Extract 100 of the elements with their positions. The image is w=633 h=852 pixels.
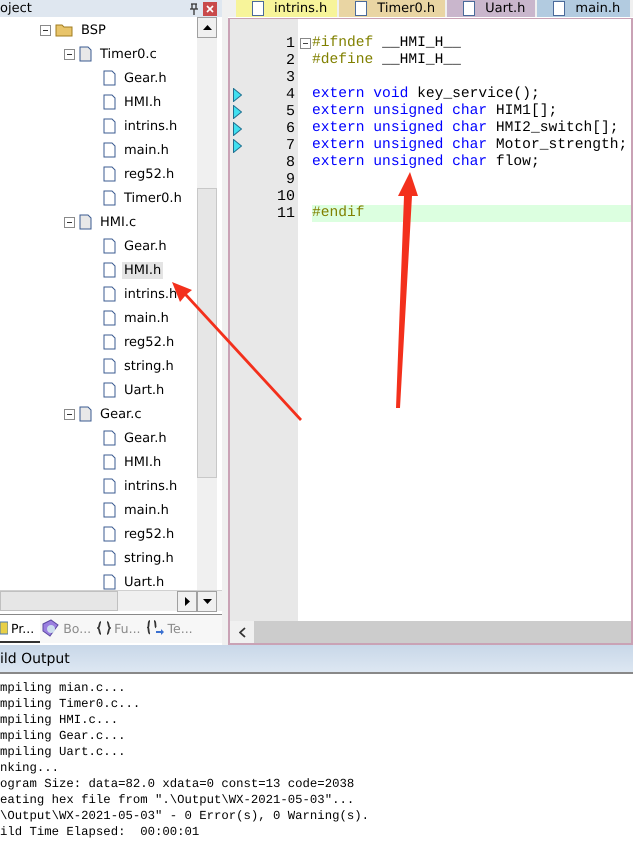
file-tab[interactable]: Timer0.h <box>339 0 446 17</box>
tree-item[interactable]: Timer0.c <box>98 46 159 62</box>
file-icon <box>103 262 116 278</box>
down-arrow-icon <box>202 599 212 604</box>
line-number: 8 <box>284 154 295 171</box>
tree-item[interactable]: reg52.h <box>122 334 176 350</box>
line-number: 3 <box>284 69 295 86</box>
file-icon <box>252 1 264 16</box>
panel-tab[interactable]: Pr... <box>0 615 40 643</box>
file-icon <box>103 166 116 182</box>
tree-item[interactable]: intrins.h <box>122 478 180 494</box>
file-tab[interactable]: main.h <box>537 0 630 17</box>
file-icon <box>553 1 566 16</box>
tree-item[interactable]: HMI.h <box>122 94 164 110</box>
code-line: #ifndef __HMI_H__ <box>312 35 462 52</box>
code-line: extern unsigned char Motor_strength; <box>312 137 628 154</box>
output-line: mpiling mian.c... <box>0 680 126 696</box>
project-icon <box>0 621 8 635</box>
file-icon <box>103 574 116 590</box>
tree-item[interactable]: main.h <box>122 310 171 326</box>
code-line: extern void key_service(); <box>312 86 541 103</box>
scroll-down-button[interactable] <box>197 591 217 612</box>
tree-item[interactable]: Gear.h <box>122 238 169 254</box>
close-button[interactable] <box>203 2 217 16</box>
tree-item[interactable]: main.h <box>122 502 171 518</box>
line-number: 5 <box>284 103 295 120</box>
line-number: 11 <box>276 205 295 222</box>
file-icon <box>103 454 116 470</box>
right-arrow-icon <box>184 597 190 606</box>
book-help-icon <box>40 618 60 638</box>
tree-item[interactable]: string.h <box>122 550 176 566</box>
file-icon <box>103 502 116 518</box>
file-icon <box>103 310 116 326</box>
line-number: 10 <box>276 188 295 205</box>
tree-item[interactable]: Gear.c <box>98 406 144 422</box>
tree-item[interactable]: Uart.h <box>122 382 166 398</box>
collapse-icon[interactable] <box>64 408 75 420</box>
tree-item[interactable]: HMI.h <box>122 262 164 278</box>
output-line: eating hex file from ".\Output\WX-2021-05-03"... <box>0 792 356 808</box>
tree-item[interactable]: intrins.h <box>122 286 180 302</box>
file-icon <box>103 118 116 134</box>
file-icon <box>103 94 116 110</box>
up-arrow-icon <box>202 25 212 30</box>
left-chevron-icon <box>238 626 246 638</box>
tree-item[interactable]: HMI.c <box>98 214 138 230</box>
scrollbar-thumb[interactable] <box>197 188 217 478</box>
line-number: 6 <box>284 120 295 137</box>
file-icon <box>103 382 116 398</box>
pin-icon[interactable] <box>189 2 199 14</box>
output-line: \Output\WX-2021-05-03" - 0 Error(s), 0 Warning(s). <box>0 808 370 824</box>
file-tab[interactable]: Uart.h <box>447 0 536 17</box>
tree-item[interactable]: Uart.h <box>122 574 166 590</box>
file-tab[interactable]: intrins.h <box>236 0 338 17</box>
tree-item[interactable]: string.h <box>122 358 176 374</box>
horizontal-scrollbar[interactable] <box>230 621 631 643</box>
scroll-up-button[interactable] <box>197 17 217 38</box>
fold-icon[interactable] <box>300 38 310 49</box>
tree-item[interactable]: reg52.h <box>122 166 176 182</box>
scroll-right-button[interactable] <box>177 591 197 612</box>
collapse-icon[interactable] <box>64 216 75 228</box>
output-line: mpiling Gear.c... <box>0 728 126 744</box>
tree-item[interactable]: BSP <box>79 22 108 38</box>
collapse-icon[interactable] <box>64 48 75 60</box>
folder-icon <box>55 23 73 37</box>
output-line: mpiling Timer0.c... <box>0 696 142 712</box>
code-line: extern unsigned char HMI2_switch[]; <box>312 120 620 137</box>
file-icon <box>79 406 92 422</box>
line-number: 7 <box>284 137 295 154</box>
tree-item[interactable]: HMI.h <box>122 454 164 470</box>
output-title: ild Output <box>0 650 70 666</box>
tree-item[interactable]: Gear.h <box>122 430 169 446</box>
code-line: extern unsigned char flow; <box>312 154 541 171</box>
code-line: extern unsigned char HIM1[]; <box>312 103 558 120</box>
template-icon <box>146 620 165 636</box>
collapse-icon[interactable] <box>40 24 51 36</box>
tree-item[interactable]: reg52.h <box>122 526 176 542</box>
file-icon <box>103 238 116 254</box>
output-line: ild Time Elapsed: 00:00:01 <box>0 824 200 840</box>
file-icon <box>103 526 116 542</box>
file-icon <box>103 550 116 566</box>
output-line: ogram Size: data=82.0 xdata=0 const=13 code=2038 <box>0 776 356 792</box>
file-icon <box>103 358 116 374</box>
output-line: nking... <box>0 760 60 776</box>
vertical-scrollbar[interactable] <box>197 17 217 590</box>
file-icon <box>355 1 368 16</box>
tree-item[interactable]: main.h <box>122 142 171 158</box>
tree-item[interactable]: Gear.h <box>122 70 169 86</box>
line-number: 2 <box>284 52 295 69</box>
file-icon <box>79 46 92 62</box>
output-line: mpiling HMI.c... <box>0 712 120 728</box>
file-icon <box>103 142 116 158</box>
line-number: 9 <box>284 171 295 188</box>
file-icon <box>103 430 116 446</box>
tree-item[interactable]: intrins.h <box>122 118 180 134</box>
file-icon <box>103 334 116 350</box>
tree-item[interactable]: Timer0.h <box>122 190 184 206</box>
close-icon <box>206 4 214 12</box>
file-icon <box>103 478 116 494</box>
scrollbar-thumb[interactable] <box>0 591 118 611</box>
scroll-left-button[interactable] <box>230 621 254 643</box>
